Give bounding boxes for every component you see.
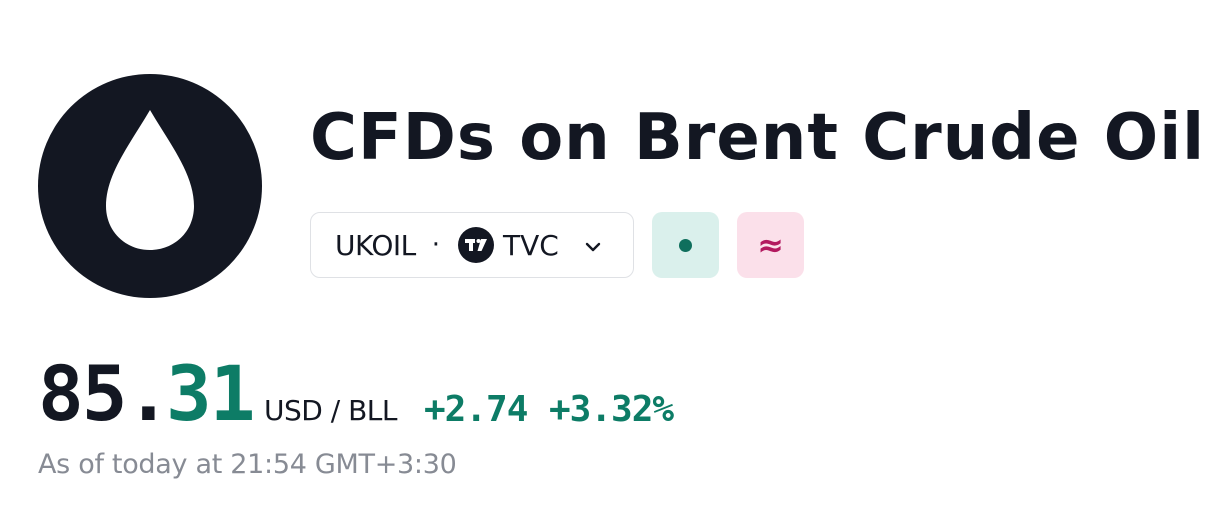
- change-absolute: +2.74: [424, 389, 528, 430]
- market-open-badge[interactable]: [652, 212, 719, 278]
- change-percent: +3.32%: [549, 389, 674, 430]
- approx-icon: ≈: [757, 226, 784, 264]
- oil-drop-icon: [106, 110, 194, 250]
- symbol-selector-button[interactable]: UKOIL · TVC: [310, 212, 634, 278]
- symbol-logo: [38, 74, 262, 298]
- tradingview-logo-icon: [458, 227, 494, 263]
- last-update-time: As of today at 21:54 GMT+3:30: [38, 449, 457, 480]
- data-delay-badge[interactable]: ≈: [737, 212, 804, 278]
- chevron-down-icon: [581, 233, 605, 257]
- price-decimal: 31: [166, 349, 256, 438]
- separator-dot: ·: [431, 230, 440, 260]
- price-integer: 85.: [38, 349, 171, 438]
- dot-icon: [679, 238, 692, 252]
- page-title: CFDs on Brent Crude Oil: [310, 101, 1206, 175]
- currency-unit: USD / BLL: [264, 394, 397, 427]
- exchange-label: TVC: [503, 228, 559, 262]
- ticker-label: UKOIL: [335, 228, 416, 262]
